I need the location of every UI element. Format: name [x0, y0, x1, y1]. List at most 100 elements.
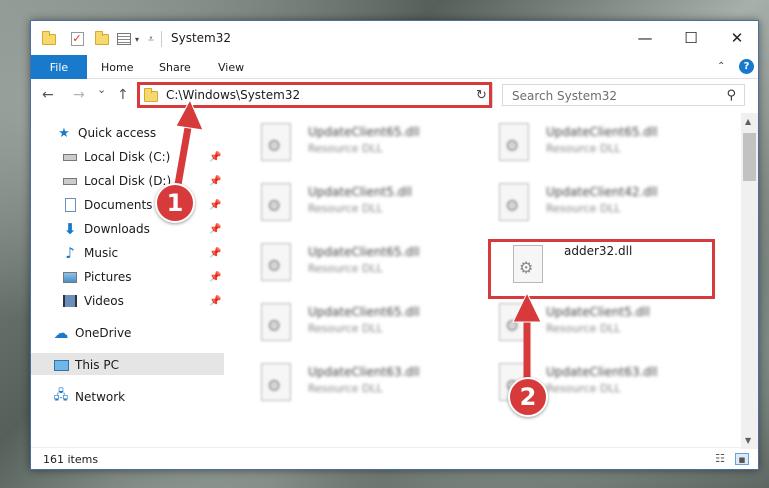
file-name: UpdateClient63.dll [308, 365, 420, 379]
large-icons-view-icon[interactable]: ▪ [735, 453, 749, 466]
dll-file-icon [513, 245, 543, 283]
file-name: UpdateClient65.dll [546, 125, 658, 139]
file-name: UpdateClient65.dll [308, 245, 420, 259]
up-button[interactable]: ↑ [117, 87, 129, 103]
title-separator [161, 31, 162, 47]
minimize-button[interactable]: — [622, 21, 668, 55]
file-item[interactable]: UpdateClient63.dll Resource DLL [251, 361, 471, 411]
search-input[interactable]: Search System32 ⚲ [502, 84, 745, 106]
file-name: adder32.dll [564, 244, 633, 258]
help-button[interactable]: ? [739, 59, 754, 74]
computer-icon [53, 357, 69, 373]
file-name: UpdateClient5.dll [308, 185, 412, 199]
file-item-adder32[interactable]: adder32.dll [507, 243, 727, 293]
file-name: UpdateClient63.dll [546, 365, 658, 379]
file-item[interactable]: UpdateClient65.dll Resource DLL [251, 241, 471, 291]
customize-toolbar-icon[interactable]: ⩡ [145, 30, 157, 48]
file-description: Resource DLL [546, 202, 621, 215]
details-view-icon[interactable]: ☷ [713, 453, 727, 465]
pin-icon[interactable]: 📌 [209, 152, 221, 163]
music-icon: ♪ [65, 244, 75, 262]
file-list: UpdateClient65.dll Resource DLL UpdateCl… [241, 117, 741, 447]
nav-pictures-label: Pictures [84, 270, 132, 284]
scroll-up-icon[interactable]: ▲ [745, 117, 751, 126]
nav-quick-access-label: Quick access [78, 126, 157, 140]
nav-pictures[interactable]: Pictures [62, 267, 132, 287]
file-description: Resource DLL [308, 322, 383, 335]
pin-icon[interactable]: 📌 [209, 176, 221, 187]
star-icon: ★ [58, 125, 70, 141]
drive-icon [62, 173, 78, 189]
dll-file-icon [261, 123, 291, 161]
file-name: UpdateClient65.dll [308, 305, 420, 319]
file-item[interactable]: UpdateClient5.dll Resource DLL [489, 301, 709, 351]
download-icon: ⬇ [63, 220, 77, 238]
network-icon: 🖧 [53, 388, 69, 403]
file-description: Resource DLL [308, 142, 383, 155]
file-explorer-window: ✓ ▾ ⩡ System32 — ☐ ✕ File Home Share Vie… [30, 20, 759, 470]
ribbon: File Home Share View ⌃ ? [31, 55, 758, 79]
nav-downloads-label: Downloads [84, 222, 150, 236]
nav-local-disk-d-label: Local Disk (D:) [84, 174, 172, 188]
file-item[interactable]: UpdateClient42.dll Resource DLL [489, 181, 709, 231]
nav-this-pc-label: This PC [75, 358, 119, 372]
properties-checkbox-icon[interactable]: ✓ [69, 30, 85, 48]
file-description: Resource DLL [308, 382, 383, 395]
new-folder-icon[interactable] [94, 30, 110, 48]
close-button[interactable]: ✕ [714, 21, 758, 55]
nav-this-pc[interactable]: This PC [53, 355, 119, 375]
tab-share[interactable]: Share [159, 55, 191, 79]
pin-icon[interactable]: 📌 [209, 200, 221, 211]
file-item[interactable]: UpdateClient5.dll Resource DLL [251, 181, 471, 231]
file-item[interactable]: UpdateClient65.dll Resource DLL [489, 121, 709, 171]
nav-network[interactable]: 🖧 Network [53, 387, 125, 407]
forward-button[interactable]: → [73, 87, 85, 103]
file-description: Resource DLL [546, 142, 621, 155]
dll-file-icon [499, 183, 529, 221]
back-button[interactable]: ← [42, 87, 54, 103]
file-name: UpdateClient65.dll [308, 125, 420, 139]
file-name: UpdateClient5.dll [546, 305, 650, 319]
file-item[interactable]: UpdateClient65.dll Resource DLL [251, 121, 471, 171]
scrollbar-thumb[interactable] [743, 133, 756, 181]
folder-icon [41, 30, 57, 48]
nav-quick-access[interactable]: ★ Quick access [56, 123, 156, 143]
maximize-button[interactable]: ☐ [668, 21, 714, 55]
nav-music[interactable]: ♪ Music [62, 243, 118, 263]
quick-access-dropdown-icon[interactable]: ▾ [132, 30, 142, 48]
chevron-up-icon[interactable]: ⌃ [717, 61, 725, 72]
tab-view[interactable]: View [218, 55, 244, 79]
nav-documents-label: Documents [84, 198, 153, 212]
properties-icon[interactable] [116, 30, 132, 48]
nav-local-disk-c-label: Local Disk (C:) [84, 150, 171, 164]
search-icon[interactable]: ⚲ [726, 88, 736, 103]
pin-icon[interactable]: 📌 [209, 272, 221, 283]
dll-file-icon [261, 363, 291, 401]
title-bar: ✓ ▾ ⩡ System32 — ☐ ✕ [31, 21, 758, 55]
file-item[interactable]: UpdateClient65.dll Resource DLL [251, 301, 471, 351]
recent-locations-icon[interactable]: ⌄ [97, 83, 106, 96]
address-bar[interactable]: C:\Windows\System32 ⌄ [137, 83, 491, 107]
nav-local-disk-c[interactable]: Local Disk (C:) [62, 147, 170, 167]
nav-local-disk-d[interactable]: Local Disk (D:) [62, 171, 171, 191]
dll-file-icon [261, 183, 291, 221]
nav-onedrive[interactable]: ☁ OneDrive [53, 323, 132, 343]
navigation-pane: ★ Quick access Local Disk (C:) 📌 Local D… [31, 117, 231, 437]
tab-home[interactable]: Home [101, 55, 133, 79]
file-name: UpdateClient42.dll [546, 185, 658, 199]
nav-videos-label: Videos [84, 294, 124, 308]
pin-icon[interactable]: 📌 [209, 296, 221, 307]
tab-file[interactable]: File [31, 55, 87, 79]
file-description: Resource DLL [308, 262, 383, 275]
pin-icon[interactable]: 📌 [209, 248, 221, 259]
refresh-button[interactable]: ↻ [471, 83, 493, 107]
status-bar: 161 items ☷ ▪ [31, 447, 758, 469]
drive-icon [62, 149, 78, 165]
nav-videos[interactable]: Videos [62, 291, 124, 311]
nav-downloads[interactable]: ⬇ Downloads [62, 219, 150, 239]
vertical-scrollbar[interactable]: ▲ ▼ [741, 113, 758, 449]
scroll-down-icon[interactable]: ▼ [745, 436, 751, 445]
nav-documents[interactable]: Documents [62, 195, 152, 215]
address-path: C:\Windows\System32 [166, 88, 301, 102]
pin-icon[interactable]: 📌 [209, 224, 221, 235]
